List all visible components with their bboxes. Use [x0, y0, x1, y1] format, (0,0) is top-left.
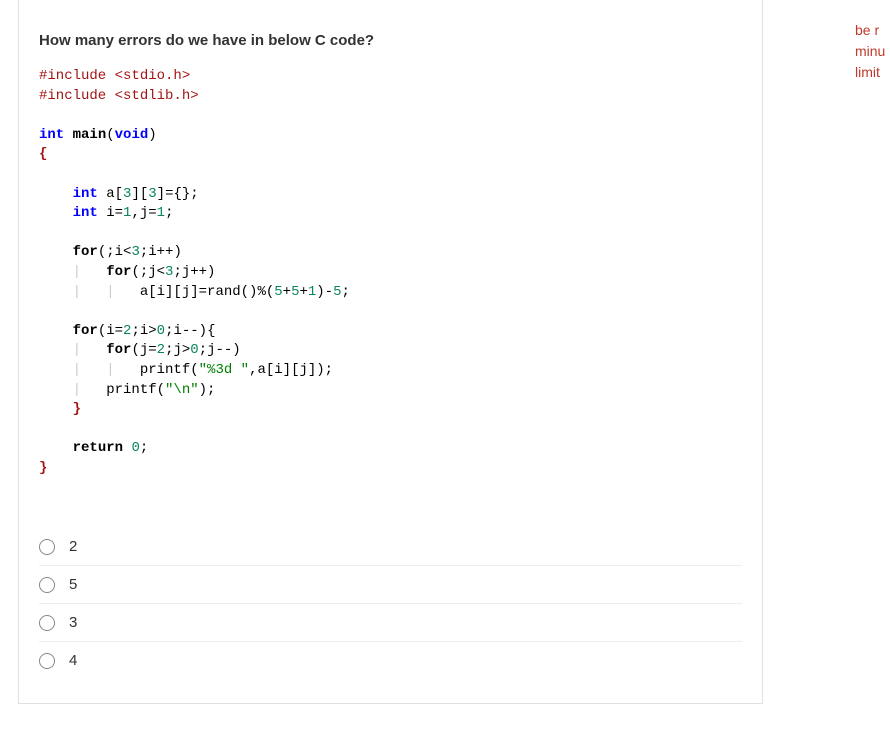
kw-for: for	[73, 244, 98, 260]
end: ;i--){	[165, 323, 215, 339]
num: 5	[274, 284, 282, 300]
end: ;	[165, 205, 173, 221]
kw-for: for	[106, 264, 131, 280]
option-row-3[interactable]: 3	[39, 604, 742, 642]
mid: ][	[131, 186, 148, 202]
num: 3	[131, 244, 139, 260]
mid: ,j=	[131, 205, 156, 221]
radio-icon[interactable]	[39, 539, 55, 555]
decl-a: a[	[98, 186, 123, 202]
num: 5	[333, 284, 341, 300]
brace-close: }	[39, 460, 47, 476]
mid: ;i>	[131, 323, 156, 339]
for-cond: (;i<	[98, 244, 132, 260]
option-label: 2	[69, 538, 77, 555]
op: +	[283, 284, 291, 300]
printf-call: printf(	[106, 382, 165, 398]
printf-call: printf(	[140, 362, 199, 378]
question-title: How many errors do we have in below C co…	[19, 0, 762, 67]
end: ;	[140, 440, 148, 456]
kw-int: int	[39, 127, 64, 143]
code-block: #include <stdio.h> #include <stdlib.h> i…	[19, 67, 762, 488]
radio-icon[interactable]	[39, 577, 55, 593]
num: 0	[157, 323, 165, 339]
sidebar-text: be r minu limit	[855, 20, 890, 83]
kw-int-a: int	[73, 186, 98, 202]
for-cond: (i=	[98, 323, 123, 339]
option-label: 3	[69, 614, 77, 631]
for-cond: (j=	[131, 342, 156, 358]
option-label: 4	[69, 652, 77, 669]
brace-close-inner: }	[73, 401, 81, 417]
kw-for: for	[106, 342, 131, 358]
kw-void: void	[115, 127, 149, 143]
mid: ;j>	[165, 342, 190, 358]
op: +	[299, 284, 307, 300]
brace-open: {	[39, 146, 47, 162]
include-1a: #include	[39, 68, 106, 84]
end: ;	[342, 284, 350, 300]
paren-close: )	[148, 127, 156, 143]
end: ;j--)	[199, 342, 241, 358]
end: ;j++)	[173, 264, 215, 280]
num: 0	[131, 440, 139, 456]
side-line-2: minu	[855, 43, 885, 59]
kw-for: for	[73, 323, 98, 339]
option-label: 5	[69, 576, 77, 593]
num: 0	[190, 342, 198, 358]
assign: a[i][j]=rand()%(	[140, 284, 274, 300]
string: "\n"	[165, 382, 199, 398]
side-line-3: limit	[855, 64, 880, 80]
decl-ij: i=	[98, 205, 123, 221]
for-cond: (;j<	[131, 264, 165, 280]
option-row-4[interactable]: 4	[39, 642, 742, 679]
include-2b: <stdlib.h>	[106, 88, 198, 104]
radio-icon[interactable]	[39, 615, 55, 631]
side-line-1: be r	[855, 22, 879, 38]
string: "%3d "	[199, 362, 249, 378]
include-2a: #include	[39, 88, 106, 104]
option-row-2[interactable]: 5	[39, 566, 742, 604]
num: 2	[157, 342, 165, 358]
end: ;i++)	[140, 244, 182, 260]
paren-open: (	[106, 127, 114, 143]
op: )-	[316, 284, 333, 300]
num: 3	[148, 186, 156, 202]
rest: ,a[i][j]);	[249, 362, 333, 378]
num: 1	[157, 205, 165, 221]
kw-return: return	[73, 440, 123, 456]
rest: );	[199, 382, 216, 398]
include-1b: <stdio.h>	[106, 68, 190, 84]
main-name: main	[64, 127, 106, 143]
kw-int-ij: int	[73, 205, 98, 221]
radio-icon[interactable]	[39, 653, 55, 669]
option-row-1[interactable]: 2	[39, 528, 742, 566]
options-area: 2 5 3 4	[19, 528, 762, 703]
end: ]={};	[157, 186, 199, 202]
question-card: How many errors do we have in below C co…	[18, 0, 763, 704]
